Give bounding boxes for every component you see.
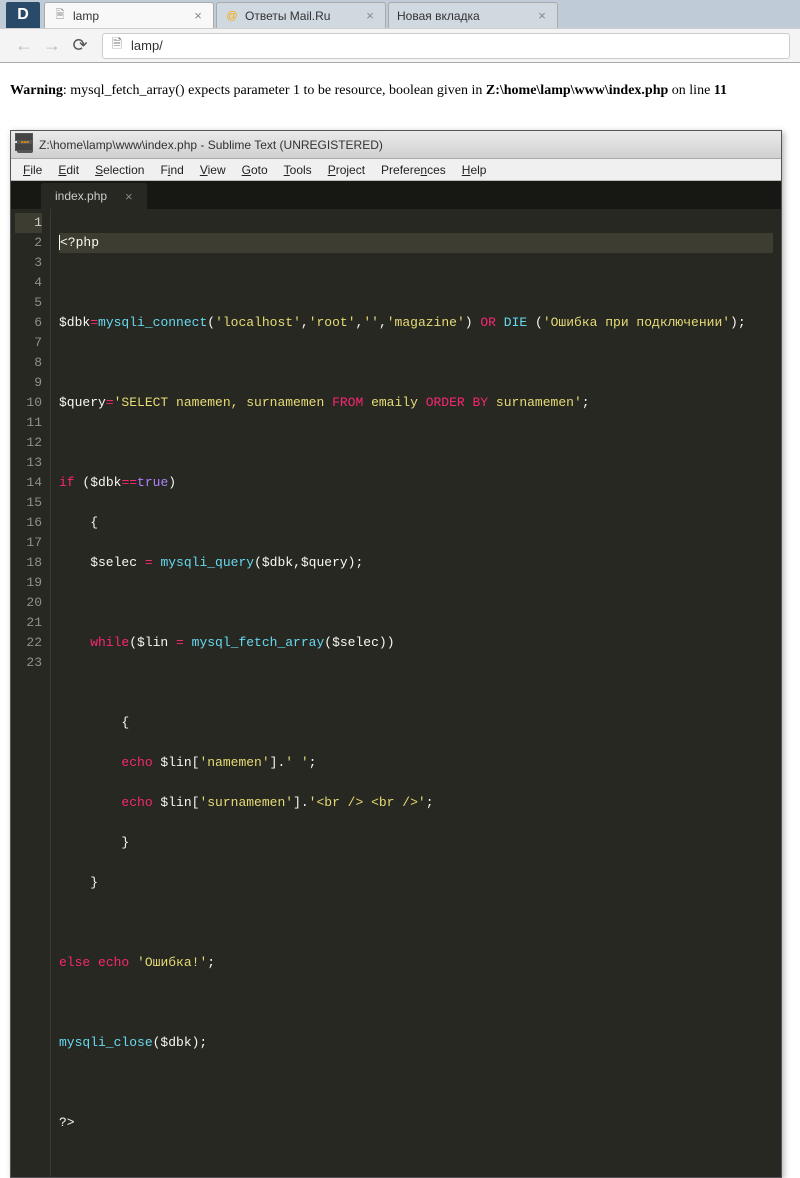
menu-view[interactable]: View [192,161,234,179]
menu-bar: File Edit Selection Find View Goto Tools… [11,159,781,181]
browser-toolbar: ← → ⟳ 🗎 [0,28,800,62]
warning-label: Warning [10,83,63,98]
tab-title: Новая вкладка [397,9,529,23]
file-icon: 🗎 [53,9,67,23]
php-warning: Warning: mysql_fetch_array() expects par… [10,83,790,99]
close-icon[interactable]: × [535,9,549,23]
warning-line: 11 [714,83,727,98]
page-content: Warning: mysql_fetch_array() expects par… [0,63,800,119]
reload-button[interactable]: ⟳ [66,32,94,60]
menu-project[interactable]: Project [320,161,373,179]
close-icon[interactable]: × [125,189,133,204]
browser-tab[interactable]: @ Ответы Mail.Ru × [216,2,386,28]
editor-tab-active[interactable]: index.php × [41,183,147,209]
window-title: Z:\home\lamp\www\index.php - Sublime Tex… [39,138,383,152]
menu-preferences[interactable]: Preferences [373,161,454,179]
file-icon: 🗎 [109,38,125,54]
menu-file[interactable]: File [15,161,50,179]
close-icon[interactable]: × [191,9,205,23]
tab-title: Ответы Mail.Ru [245,9,357,23]
editor-body[interactable]: 1234567891011121314151617181920212223 <?… [11,209,781,1177]
url-input[interactable] [131,38,783,53]
editor-tab-bar: index.php × [11,181,781,209]
site-badge: D [6,2,40,28]
menu-selection[interactable]: Selection [87,161,152,179]
forward-button[interactable]: → [38,32,66,60]
close-icon[interactable]: × [363,9,377,23]
menu-goto[interactable]: Goto [234,161,276,179]
editor-window: ▦ Z:\home\lamp\www\index.php - Sublime T… [10,130,782,1178]
window-titlebar[interactable]: ▦ Z:\home\lamp\www\index.php - Sublime T… [11,131,781,159]
browser-tab-active[interactable]: 🗎 lamp × [44,2,214,28]
browser-tab-strip: D 🗎 lamp × @ Ответы Mail.Ru × Новая вкла… [0,0,800,28]
browser-tab[interactable]: Новая вкладка × [388,2,558,28]
code-area[interactable]: <?php $dbk=mysqli_connect('localhost','r… [51,209,781,1177]
url-bar[interactable]: 🗎 [102,33,790,59]
menu-help[interactable]: Help [454,161,495,179]
tab-scroll-icon[interactable] [15,133,33,151]
tab-title: lamp [73,9,185,23]
mailru-icon: @ [225,9,239,23]
menu-find[interactable]: Find [152,161,191,179]
back-button[interactable]: ← [10,32,38,60]
menu-edit[interactable]: Edit [50,161,87,179]
editor-tab-title: index.php [55,189,107,203]
menu-tools[interactable]: Tools [276,161,320,179]
warning-file: Z:\home\lamp\www\index.php [486,83,668,98]
line-gutter: 1234567891011121314151617181920212223 [11,209,51,1177]
